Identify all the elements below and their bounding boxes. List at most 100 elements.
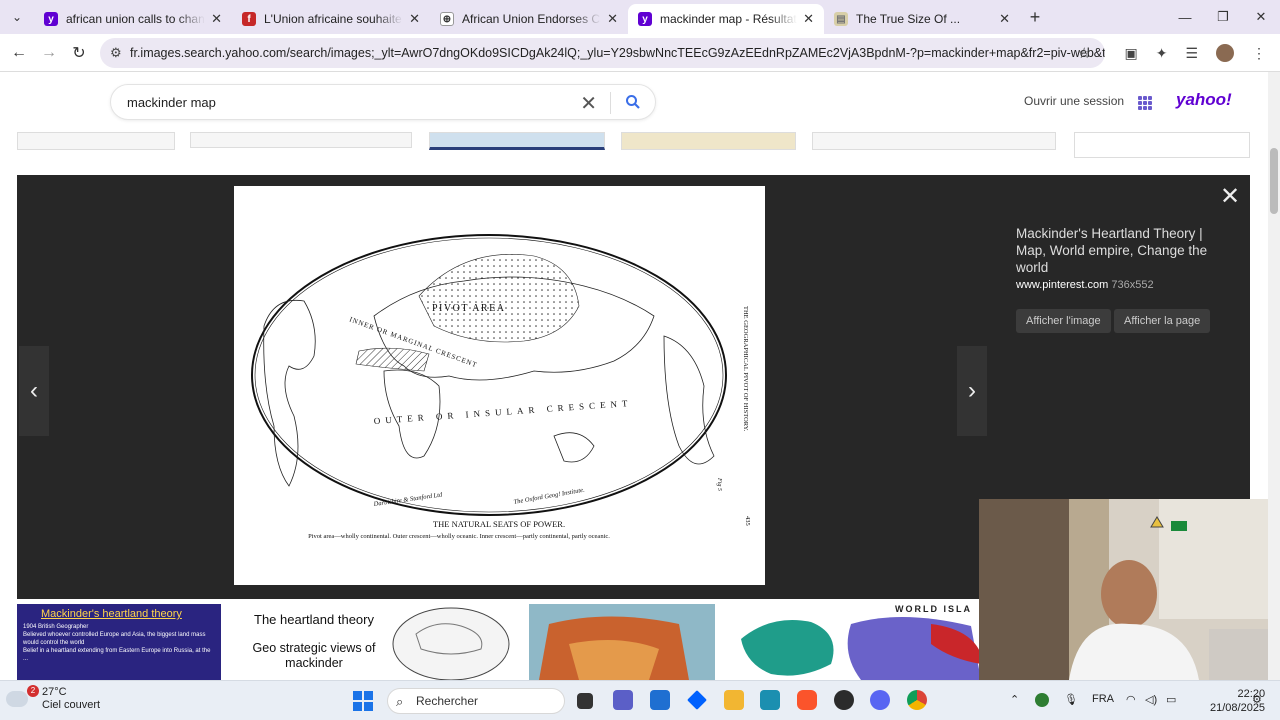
map-page-number: 435 — [744, 516, 751, 526]
thumb-line: 1904 British Geographer — [23, 624, 89, 630]
language-indicator[interactable]: FRA — [1092, 693, 1114, 705]
view-image-button[interactable]: Afficher l'image — [1016, 309, 1111, 333]
bookmark-star-icon[interactable]: ☆ — [1078, 44, 1091, 62]
previous-image-arrow-icon[interactable]: ‹ — [19, 346, 49, 436]
search-input[interactable]: mackinder map — [127, 95, 216, 110]
store-icon[interactable] — [650, 690, 670, 710]
tab-4-active[interactable]: y mackinder map - Résultats Yah ✕ — [628, 4, 824, 34]
tab-title: mackinder map - Résultats Yah — [660, 12, 797, 26]
thumbnail[interactable] — [190, 132, 412, 148]
apps-grid-icon[interactable] — [1138, 96, 1152, 110]
image-size: 736x552 — [1111, 279, 1154, 291]
globe-favicon-icon: ⊕ — [440, 12, 454, 26]
dropbox-icon[interactable] — [687, 690, 707, 710]
search-divider — [610, 92, 611, 114]
extensions-puzzle-icon[interactable]: ✦ — [1156, 45, 1168, 62]
taskbar-search[interactable]: ⌕ Rechercher — [387, 688, 565, 714]
map-label-pivot-area: PIVOT AREA — [432, 303, 505, 314]
thumb-title: Mackinder's heartland theory — [41, 608, 182, 620]
file-explorer-icon[interactable] — [724, 690, 744, 710]
scrollbar-thumb[interactable] — [1270, 148, 1278, 214]
wifi-icon[interactable]: ◠ — [1126, 693, 1136, 706]
defender-icon[interactable] — [1035, 693, 1049, 707]
search-icon[interactable] — [625, 94, 641, 110]
battery-icon[interactable]: ▭ — [1166, 693, 1176, 706]
thumb-subtitle: Geo strategic views of mackinder — [252, 641, 376, 670]
mackinder-map-image[interactable]: PIVOT AREA INNER OR MARGINAL CRESCENT OU… — [234, 186, 765, 585]
search-box[interactable]: mackinder map ✕ — [110, 84, 656, 120]
map-side-title: THE GEOGRAPHICAL PIVOT OF HISTORY. — [742, 306, 749, 432]
tray-chevron-icon[interactable]: ⌃ — [1010, 693, 1019, 706]
thumbnail[interactable] — [1074, 132, 1250, 158]
signin-link[interactable]: Ouvrir une session — [1024, 94, 1124, 108]
close-tab-icon[interactable]: ✕ — [409, 11, 420, 27]
weather-widget[interactable]: 27°C Ciel couvert — [42, 686, 100, 712]
url-field[interactable]: ⚙ fr.images.search.yahoo.com/search/imag… — [100, 38, 1105, 68]
search-icon: ⌕ — [396, 694, 404, 709]
tab-5[interactable]: ▤ The True Size Of ... ✕ — [824, 4, 1020, 34]
thumbnail[interactable] — [621, 132, 796, 150]
address-bar: ← → ↻ ⚙ fr.images.search.yahoo.com/searc… — [0, 34, 1280, 72]
profile-avatar[interactable] — [1216, 44, 1234, 62]
map-label-outer-crescent: OUTER OR INSULAR CRESCENT — [373, 398, 632, 426]
webcam-overlay — [979, 499, 1280, 680]
close-window-icon[interactable]: ✕ — [1242, 9, 1280, 25]
image-search-icon[interactable]: ▣ — [1124, 45, 1137, 62]
windows-start-icon[interactable] — [353, 691, 373, 711]
microphone-icon[interactable]: 🎙 — [1064, 693, 1078, 706]
tab-title: African Union Endorses Call to — [462, 12, 601, 26]
discord-icon[interactable] — [870, 690, 890, 710]
brave-browser-icon[interactable] — [797, 690, 817, 710]
world-island-map — [741, 616, 981, 680]
close-viewer-icon[interactable]: ✕ — [1220, 182, 1240, 211]
chrome-icon[interactable] — [907, 690, 927, 710]
view-page-button[interactable]: Afficher la page — [1114, 309, 1211, 333]
volume-icon[interactable]: ◁) — [1145, 693, 1157, 706]
next-image-arrow-icon[interactable]: › — [957, 346, 987, 436]
weather-icon[interactable] — [6, 691, 28, 707]
new-tab-plus-icon[interactable]: + — [1020, 7, 1050, 28]
thumbnail[interactable] — [17, 132, 175, 150]
back-arrow-icon[interactable]: ← — [4, 44, 34, 62]
minimize-icon[interactable]: — — [1166, 10, 1204, 25]
tab-1[interactable]: y african union calls to change th ✕ — [34, 4, 232, 34]
tab-search-chevron-icon[interactable]: ⌄ — [0, 10, 34, 24]
webcam-video — [979, 499, 1280, 680]
task-view-icon[interactable] — [577, 693, 593, 709]
thumbnail-globe-map[interactable] — [391, 604, 511, 680]
reload-icon[interactable]: ↻ — [64, 43, 94, 63]
close-tab-icon[interactable]: ✕ — [999, 11, 1010, 27]
map-fig-label: Fig 5 — [716, 477, 722, 491]
page-favicon-icon: ▤ — [834, 12, 848, 26]
app-icon[interactable] — [760, 690, 780, 710]
thumbnail-heartland-text[interactable]: The heartland theory Geo strategic views… — [237, 604, 391, 680]
obs-icon[interactable] — [834, 690, 854, 710]
image-source[interactable]: www.pinterest.com 736x552 — [1016, 279, 1154, 291]
map-heading: THE NATURAL SEATS OF POWER. — [433, 519, 565, 529]
tab-2[interactable]: f L'Union africaine souhaite une ✕ — [232, 4, 430, 34]
close-tab-icon[interactable]: ✕ — [607, 11, 618, 27]
image-title[interactable]: Mackinder's Heartland Theory | Map, Worl… — [1016, 225, 1226, 276]
clear-search-icon[interactable]: ✕ — [580, 91, 597, 116]
page-scrollbar[interactable] — [1268, 72, 1280, 680]
thumbnail[interactable] — [429, 132, 605, 150]
thumbnail-heartland-slide[interactable]: Mackinder's heartland theory 1904 Britis… — [17, 604, 221, 680]
url-text: fr.images.search.yahoo.com/search/images… — [130, 46, 1105, 60]
thumbnail-world-island[interactable]: WORLD ISLA — [731, 604, 981, 680]
close-tab-icon[interactable]: ✕ — [211, 11, 222, 27]
teams-icon[interactable] — [613, 690, 633, 710]
thumbnail-world-map-orange[interactable] — [529, 604, 715, 680]
notifications-icon[interactable]: ⚙ — [1252, 693, 1262, 706]
yahoo-favicon-icon: y — [44, 12, 58, 26]
site-settings-icon[interactable]: ⚙ — [110, 45, 122, 61]
maximize-icon[interactable]: ❐ — [1204, 9, 1242, 25]
forward-arrow-icon[interactable]: → — [34, 44, 64, 62]
thumbnail[interactable] — [812, 132, 1056, 150]
top-thumbnail-strip — [17, 132, 1250, 158]
tab-3[interactable]: ⊕ African Union Endorses Call to ✕ — [430, 4, 628, 34]
menu-kebab-icon[interactable]: ⋮ — [1252, 45, 1266, 62]
close-tab-icon[interactable]: ✕ — [803, 11, 814, 27]
yahoo-favicon-icon: y — [638, 12, 652, 26]
yahoo-logo[interactable]: yahoo! — [1176, 90, 1232, 110]
reading-list-icon[interactable]: ☰ — [1185, 45, 1198, 62]
